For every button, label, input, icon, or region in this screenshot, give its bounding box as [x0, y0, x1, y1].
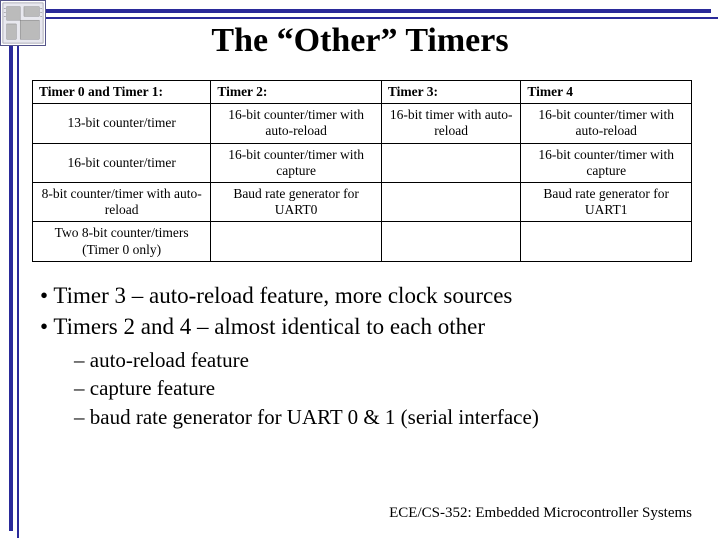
bullet-text: baud rate generator for UART 0 & 1 (seri… [90, 405, 539, 429]
table-cell [381, 222, 521, 261]
table-cell [381, 143, 521, 182]
col-header: Timer 4 [521, 81, 692, 104]
table-row: Two 8-bit counter/timers (Timer 0 only) [33, 222, 692, 261]
bullet-text: Timers 2 and 4 – almost identical to eac… [53, 314, 485, 339]
table-cell: 16-bit counter/timer with auto-reload [521, 104, 692, 143]
table-cell [381, 182, 521, 221]
bullet-text: capture feature [90, 376, 215, 400]
table-header-row: Timer 0 and Timer 1: Timer 2: Timer 3: T… [33, 81, 692, 104]
table-cell: Two 8-bit counter/timers (Timer 0 only) [33, 222, 211, 261]
slide: The “Other” Timers Timer 0 and Timer 1: … [0, 0, 720, 540]
bullet-item: Timer 3 – auto-reload feature, more cloc… [40, 280, 680, 311]
table-row: 13-bit counter/timer 16-bit counter/time… [33, 104, 692, 143]
table-row: 8-bit counter/timer with auto-reload Bau… [33, 182, 692, 221]
table-row: 16-bit counter/timer 16-bit counter/time… [33, 143, 692, 182]
col-header: Timer 2: [211, 81, 382, 104]
col-header: Timer 3: [381, 81, 521, 104]
table-cell: 16-bit counter/timer with auto-reload [211, 104, 382, 143]
table-cell: 16-bit counter/timer with capture [211, 143, 382, 182]
table-cell [211, 222, 382, 261]
bullet-item: Timers 2 and 4 – almost identical to eac… [40, 311, 680, 431]
table-cell: 16-bit counter/timer [33, 143, 211, 182]
sub-bullet-item: auto-reload feature [74, 346, 680, 374]
table-cell [521, 222, 692, 261]
footer-text: ECE/CS-352: Embedded Microcontroller Sys… [389, 505, 692, 522]
slide-title: The “Other” Timers [0, 22, 720, 60]
bullet-text: auto-reload feature [90, 348, 249, 372]
timer-table: Timer 0 and Timer 1: Timer 2: Timer 3: T… [32, 80, 692, 262]
table-cell: Baud rate generator for UART0 [211, 182, 382, 221]
table-cell: 8-bit counter/timer with auto-reload [33, 182, 211, 221]
sub-bullet-item: capture feature [74, 374, 680, 402]
table-cell: Baud rate generator for UART1 [521, 182, 692, 221]
col-header: Timer 0 and Timer 1: [33, 81, 211, 104]
table-cell: 13-bit counter/timer [33, 104, 211, 143]
sub-bullet-item: baud rate generator for UART 0 & 1 (seri… [74, 403, 680, 431]
bullet-list: Timer 3 – auto-reload feature, more cloc… [40, 280, 680, 431]
bullet-text: Timer 3 – auto-reload feature, more cloc… [53, 283, 512, 308]
table-cell: 16-bit timer with auto-reload [381, 104, 521, 143]
table-cell: 16-bit counter/timer with capture [521, 143, 692, 182]
